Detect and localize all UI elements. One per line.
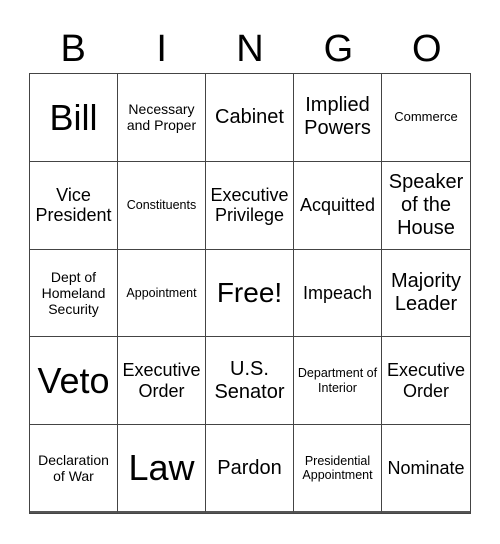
header-letter-b: B (60, 28, 86, 70)
bingo-cell[interactable]: Acquitted (294, 161, 382, 250)
header-letter-i: I (156, 28, 167, 70)
bingo-cell[interactable]: Speaker of the House (382, 162, 470, 250)
bingo-cell[interactable]: Nominate (382, 425, 470, 513)
bingo-cell[interactable]: Commerce (382, 74, 470, 162)
bingo-cell[interactable]: Bill (30, 74, 118, 162)
bingo-cell[interactable]: Dept of Homeland Security (30, 249, 118, 338)
bingo-cell[interactable]: Constituents (118, 161, 206, 250)
header-letter-o: O (412, 28, 442, 70)
bingo-board: Bill Necessary and Proper Cabinet Implie… (29, 73, 471, 514)
bingo-cell[interactable]: Impeach (294, 249, 382, 338)
bingo-cell[interactable]: U.S. Senator (206, 337, 294, 426)
bingo-cell[interactable]: Implied Powers (294, 74, 382, 162)
bingo-cell[interactable]: Department of Interior (294, 337, 382, 426)
bingo-cell[interactable]: Executive Order (382, 337, 470, 426)
bingo-cell[interactable]: Law (118, 425, 206, 513)
bingo-cell[interactable]: Necessary and Proper (118, 74, 206, 162)
header-letter-g: G (323, 28, 354, 70)
bingo-cell-free[interactable]: Free! (206, 249, 294, 338)
bingo-cell[interactable]: Presidential Appointment (294, 425, 382, 513)
bingo-cell[interactable]: Executive Order (118, 337, 206, 426)
header-letter-n: N (236, 28, 264, 70)
bingo-cell[interactable]: Pardon (206, 425, 294, 513)
bingo-cell[interactable]: Executive Privilege (206, 161, 294, 250)
bingo-cell[interactable]: Veto (30, 337, 118, 426)
bingo-cell[interactable]: Vice President (30, 161, 118, 250)
bingo-cell[interactable]: Majority Leader (382, 250, 470, 338)
bingo-cell[interactable]: Cabinet (206, 74, 294, 162)
bingo-cell[interactable]: Declaration of War (30, 425, 118, 513)
bingo-cell[interactable]: Appointment (118, 249, 206, 338)
bingo-header: B I N G O (29, 22, 471, 74)
